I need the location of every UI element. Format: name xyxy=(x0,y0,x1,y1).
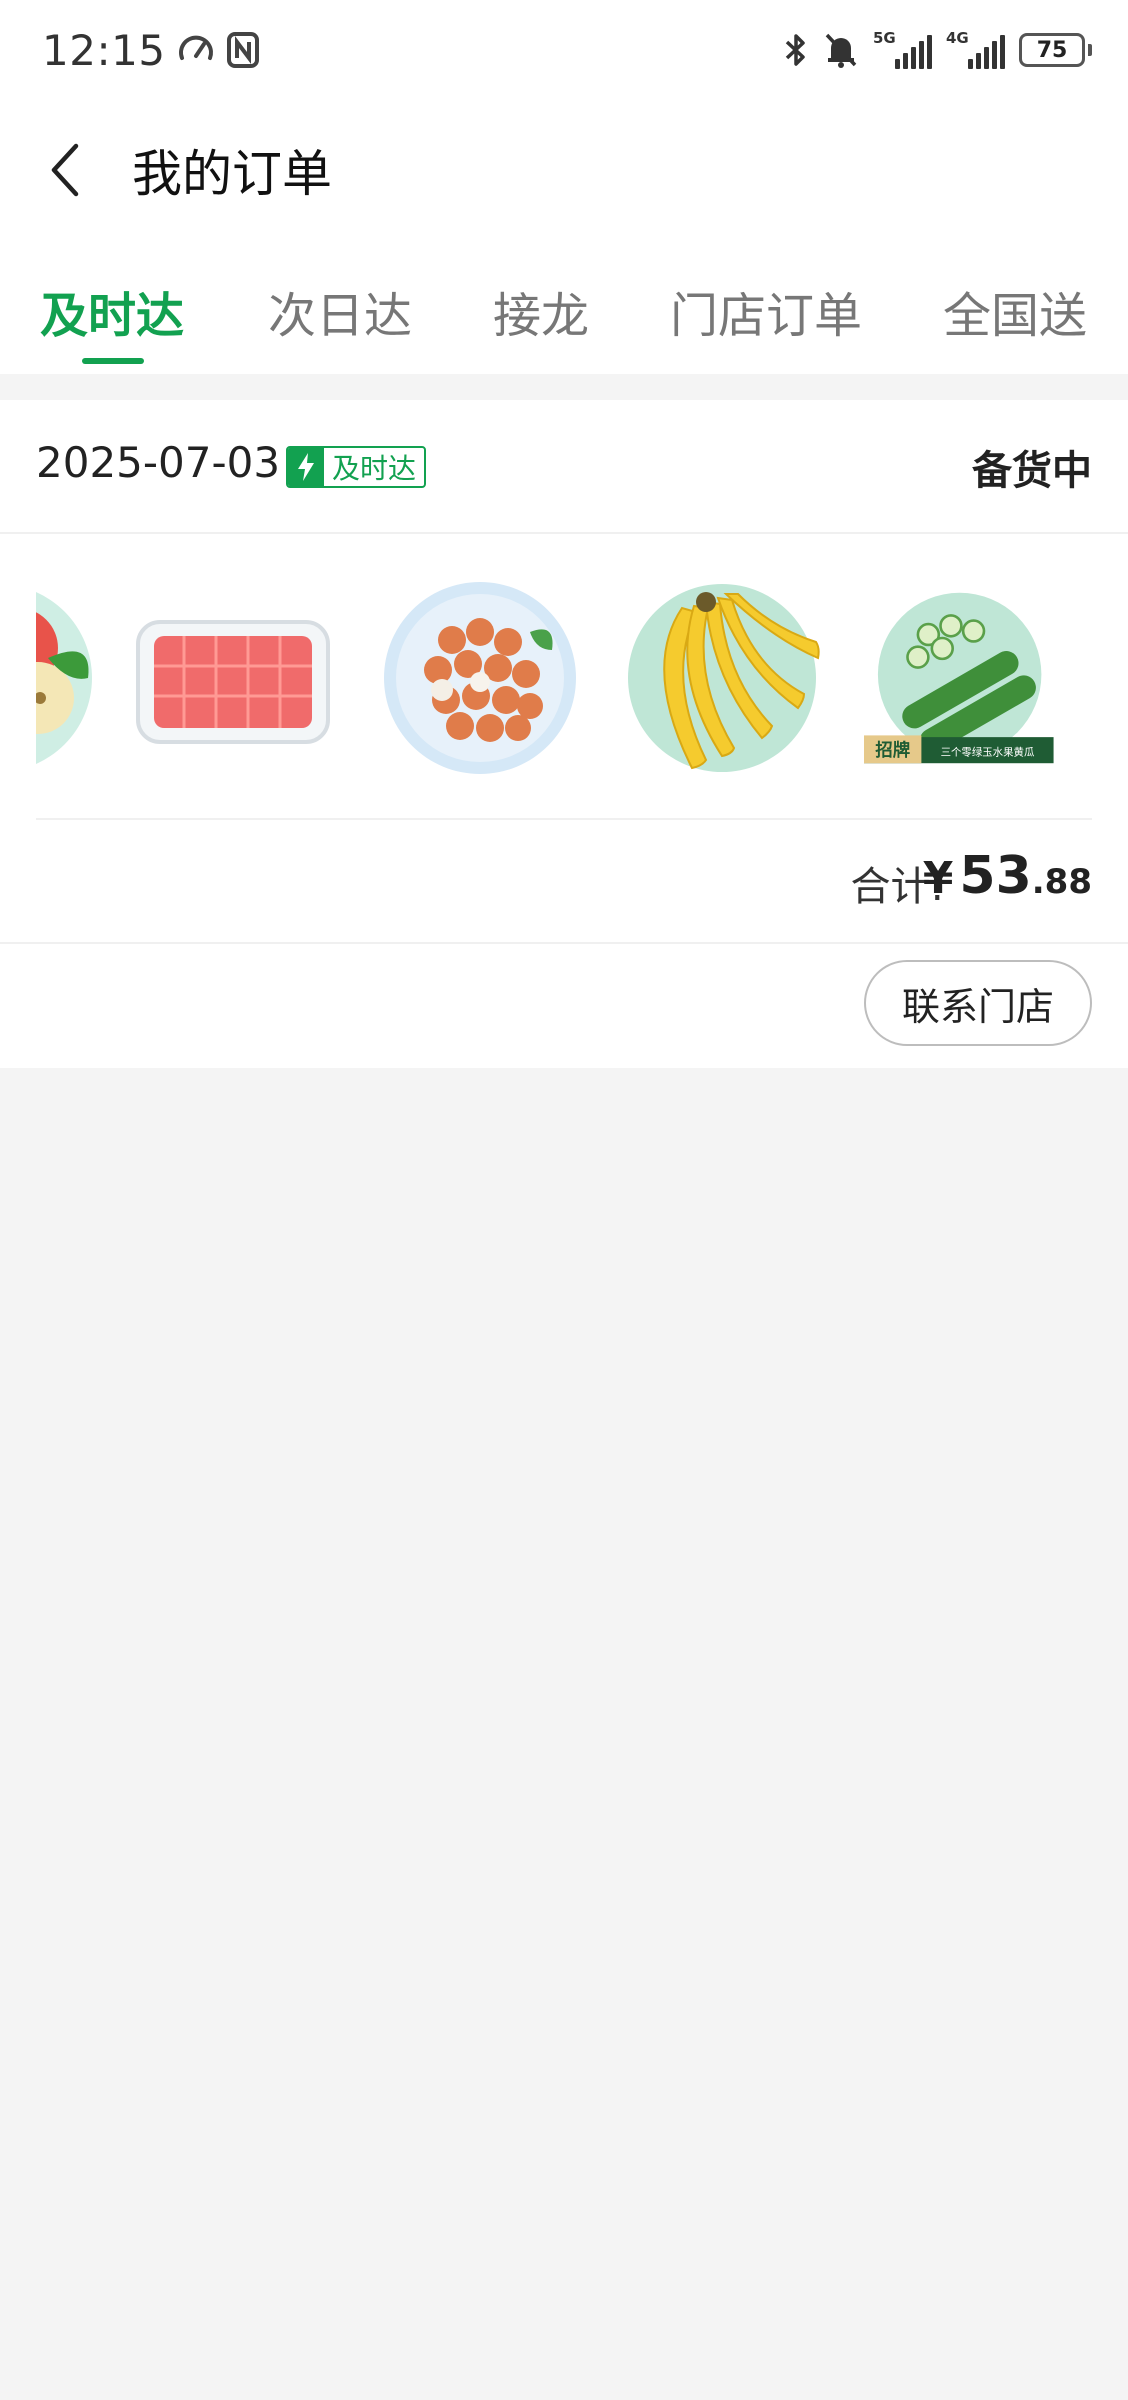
total-decimal: .88 xyxy=(1031,862,1092,902)
order-actions: 联系门店 xyxy=(0,944,1128,1068)
battery-icon: 75 xyxy=(1019,33,1092,67)
battery-level: 75 xyxy=(1019,33,1085,67)
tab-jielong[interactable]: 接龙 xyxy=(493,276,589,346)
speedometer-icon xyxy=(176,30,216,70)
bell-muted-icon xyxy=(823,31,859,69)
status-right: 5G 4G 75 xyxy=(783,29,1092,69)
product-image-lychee xyxy=(384,582,576,774)
currency-symbol: ¥ xyxy=(922,853,954,904)
status-time: 12:15 xyxy=(42,25,166,75)
lightning-icon xyxy=(288,448,324,486)
bluetooth-icon xyxy=(783,31,809,69)
total-integer: 53 xyxy=(959,846,1032,906)
active-tab-indicator xyxy=(82,358,144,364)
signal-bars-icon xyxy=(895,35,932,69)
order-status: 备货中 xyxy=(972,448,1092,494)
product-image-watermelon xyxy=(136,620,330,744)
signal-bars-icon xyxy=(968,35,1005,69)
delivery-badge: 及时达 xyxy=(286,446,427,488)
signal-5g: 5G xyxy=(873,29,932,69)
order-card[interactable]: 2025-07-03 及时达 备货中 招牌 三个零绿玉水果黄瓜 合计: ¥ 53… xyxy=(0,400,1128,1068)
tab-store-orders[interactable]: 门店订单 xyxy=(670,276,862,346)
order-card-header: 2025-07-03 及时达 备货中 xyxy=(0,400,1128,534)
signal-4g: 4G xyxy=(946,29,1005,69)
nfc-icon xyxy=(226,31,260,69)
product-tag-caption: 三个零绿玉水果黄瓜 xyxy=(941,745,1035,758)
network-5g-label: 5G xyxy=(873,29,896,47)
chevron-left-icon xyxy=(51,143,79,197)
product-image-cucumber: 招牌 三个零绿玉水果黄瓜 xyxy=(864,592,1054,764)
back-button[interactable] xyxy=(40,140,90,200)
tab-nationwide[interactable]: 全国送 xyxy=(943,276,1087,346)
tab-ciri[interactable]: 次日达 xyxy=(268,276,412,346)
tab-jishida[interactable]: 及时达 xyxy=(40,276,184,346)
status-left: 12:15 xyxy=(42,26,260,75)
page-title: 我的订单 xyxy=(132,145,332,203)
order-total-row: 合计: ¥53.88 xyxy=(0,820,1128,944)
order-date: 2025-07-03 xyxy=(36,438,281,487)
total-amount: ¥53.88 xyxy=(923,846,1092,906)
status-bar: 12:15 5G 4G 75 xyxy=(0,0,1128,100)
contact-store-button[interactable]: 联系门店 xyxy=(864,960,1092,1046)
product-image-apple xyxy=(36,592,92,764)
order-tabs: 及时达 次日达 接龙 门店订单 全国送 xyxy=(0,240,1128,374)
delivery-badge-label: 及时达 xyxy=(332,452,417,485)
product-image-banana xyxy=(628,584,820,772)
product-tag-label: 招牌 xyxy=(875,740,910,761)
network-4g-label: 4G xyxy=(946,29,969,47)
app-header: 我的订单 xyxy=(0,100,1128,240)
product-thumbnails[interactable]: 招牌 三个零绿玉水果黄瓜 xyxy=(36,534,1092,820)
